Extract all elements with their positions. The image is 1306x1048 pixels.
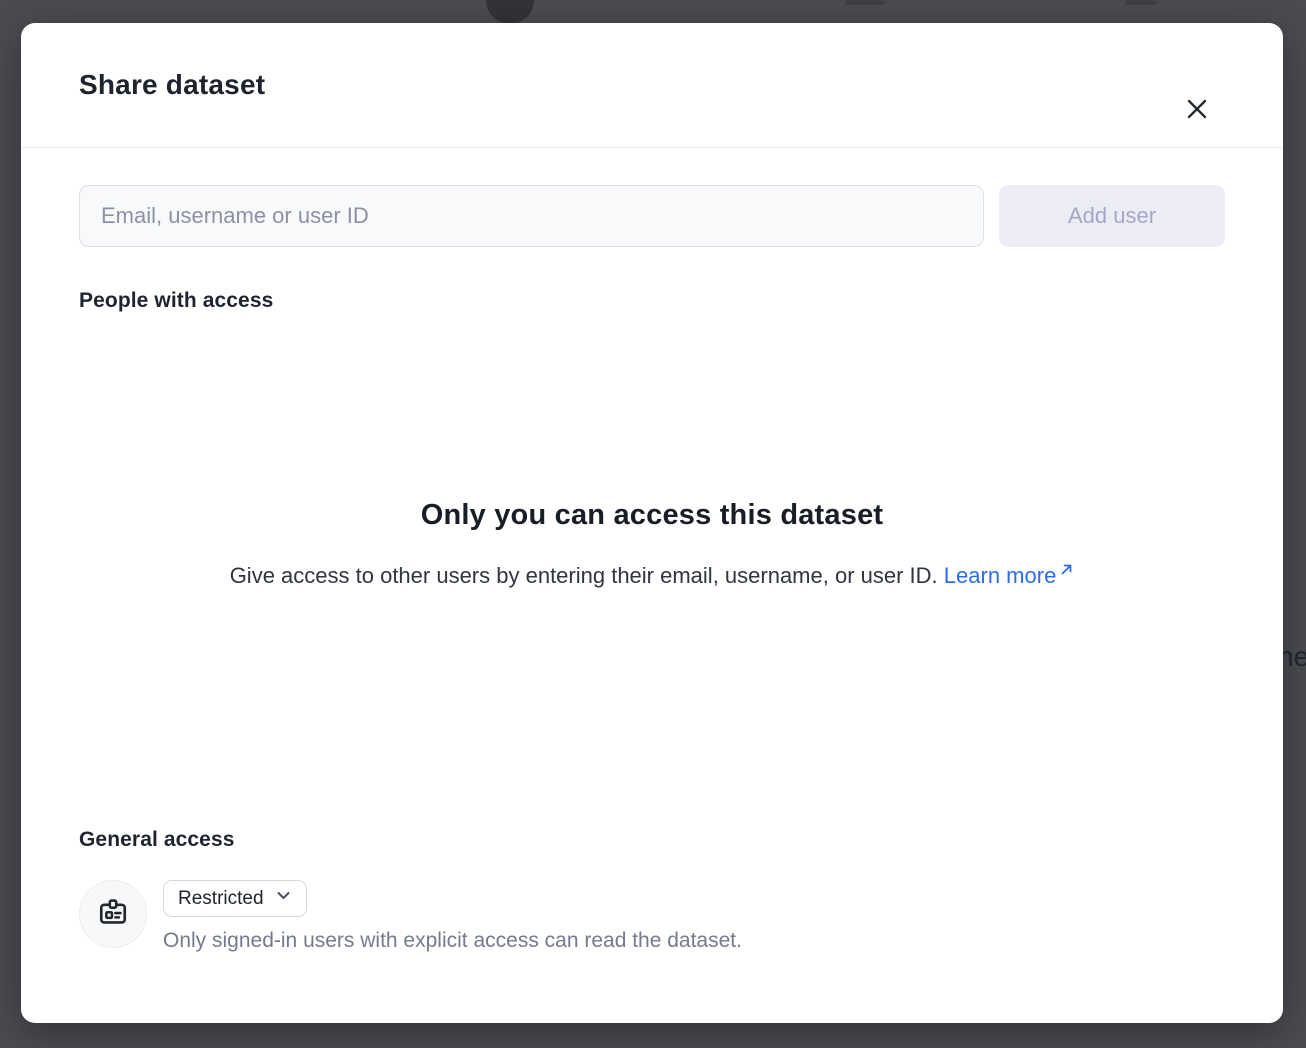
background-ui-fragment	[845, 0, 885, 5]
empty-state-description-text: Give access to other users by entering t…	[230, 563, 938, 588]
modal-title: Share dataset	[79, 69, 265, 101]
close-button[interactable]	[1173, 86, 1221, 134]
chevron-down-icon	[275, 887, 292, 910]
modal-body: Add user People with access Only you can…	[21, 185, 1283, 953]
background-ui-fragment	[1125, 0, 1157, 5]
user-search-input[interactable]	[79, 185, 984, 247]
general-access-heading: General access	[79, 828, 1225, 852]
empty-state-description: Give access to other users by entering t…	[79, 557, 1225, 589]
general-access-description: Only signed-in users with explicit acces…	[163, 929, 742, 953]
id-badge-icon	[97, 896, 129, 933]
learn-more-link[interactable]: Learn more	[944, 563, 1075, 588]
share-dataset-modal: Share dataset Add user People with acces…	[21, 23, 1283, 1023]
learn-more-label: Learn more	[944, 563, 1057, 588]
add-user-button[interactable]: Add user	[999, 185, 1225, 247]
general-access-row: Restricted Only signed-in users with exp…	[79, 880, 1225, 953]
empty-state-title: Only you can access this dataset	[79, 499, 1225, 532]
access-level-dropdown[interactable]: Restricted	[163, 880, 307, 917]
add-user-row: Add user	[79, 185, 1225, 247]
access-level-selected: Restricted	[178, 888, 264, 910]
modal-header: Share dataset	[21, 23, 1283, 148]
access-icon-circle	[79, 880, 147, 948]
screen: ne Share dataset Add user People with ac…	[0, 0, 1306, 1048]
people-with-access-heading: People with access	[79, 289, 1225, 313]
arrow-up-right-icon	[1059, 557, 1074, 582]
close-icon	[1184, 96, 1210, 125]
background-avatar	[486, 0, 534, 24]
general-access-details: Restricted Only signed-in users with exp…	[163, 880, 742, 953]
empty-state: Only you can access this dataset Give ac…	[79, 499, 1225, 589]
